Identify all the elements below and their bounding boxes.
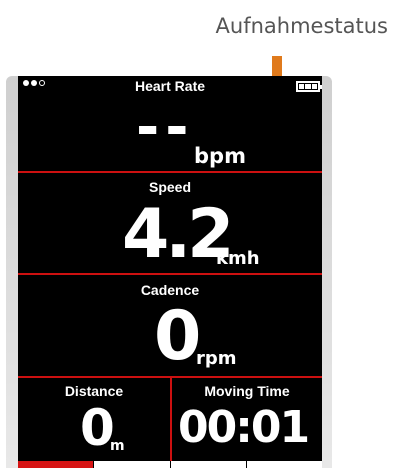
- heart-rate-value: --: [136, 95, 195, 160]
- speed-unit: kmh: [216, 248, 260, 269]
- page-tab-1[interactable]: [18, 461, 94, 468]
- cadence-value: 0: [154, 297, 202, 376]
- speed-value: 4.2: [122, 195, 234, 274]
- heart-rate-unit: bpm: [194, 144, 246, 168]
- device-screen: Heart Rate -- bpm Speed 4.2 kmh Cadence …: [18, 76, 322, 468]
- page-tab-4[interactable]: [245, 461, 322, 468]
- divider: [18, 171, 322, 173]
- divider: [18, 273, 322, 275]
- page-tab-2[interactable]: [93, 461, 170, 468]
- screen-title: Heart Rate: [134, 78, 206, 94]
- cadence-unit: rpm: [196, 348, 237, 369]
- moving-time-label: Moving Time: [204, 383, 290, 399]
- distance-unit: m: [110, 438, 125, 454]
- moving-time-value: 00:01: [178, 402, 310, 453]
- speed-label: Speed: [148, 179, 191, 195]
- page-indicator[interactable]: [18, 461, 322, 468]
- distance-label: Distance: [64, 383, 124, 399]
- battery-icon: [296, 81, 322, 92]
- recording-status-annotation: Aufnahmestatus: [215, 14, 388, 38]
- page-tab-3[interactable]: [169, 461, 246, 468]
